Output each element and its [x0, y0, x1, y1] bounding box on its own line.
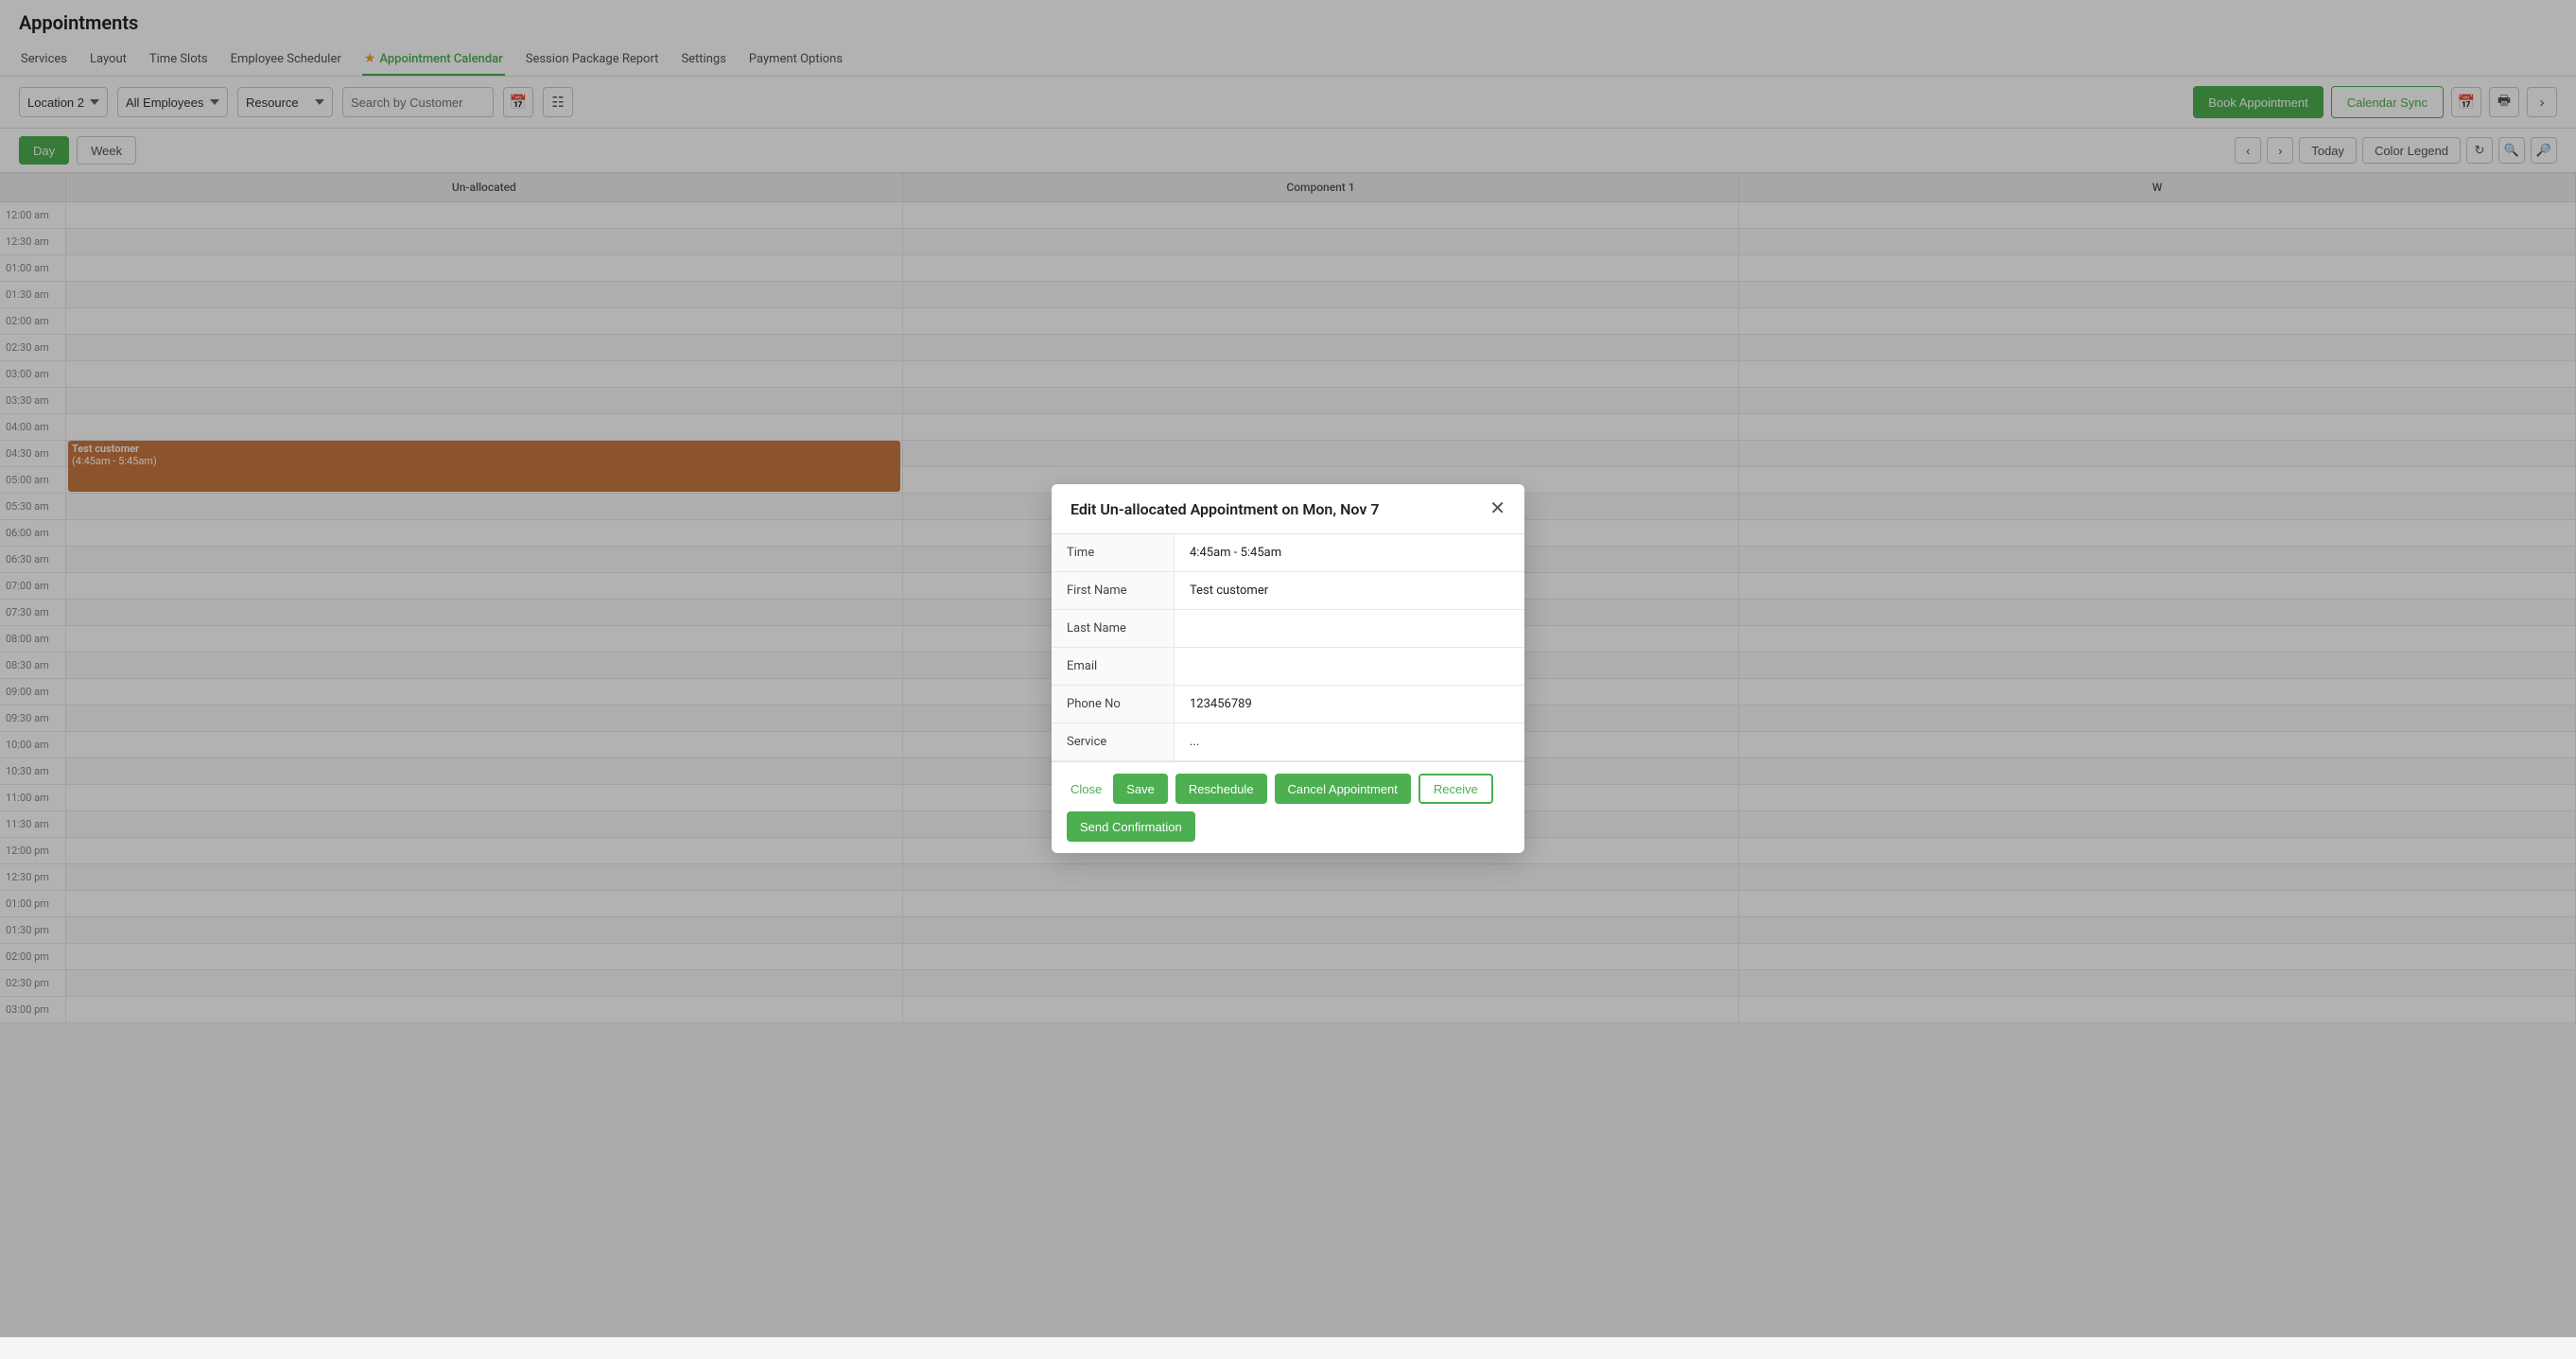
appointment-modal: Edit Un-allocated Appointment on Mon, No…	[1052, 484, 1524, 853]
email-label: Email	[1052, 648, 1175, 685]
modal-row-firstname: First Name Test customer	[1052, 572, 1524, 610]
modal-header: Edit Un-allocated Appointment on Mon, No…	[1052, 484, 1524, 534]
save-button[interactable]: Save	[1113, 774, 1168, 804]
modal-footer: Close Save Reschedule Cancel Appointment…	[1052, 761, 1524, 853]
email-value	[1175, 648, 1524, 685]
modal-title: Edit Un-allocated Appointment on Mon, No…	[1070, 500, 1379, 518]
time-value: 4:45am - 5:45am	[1175, 534, 1524, 571]
firstname-label: First Name	[1052, 572, 1175, 609]
modal-row-lastname: Last Name	[1052, 610, 1524, 648]
receive-button[interactable]: Receive	[1419, 774, 1493, 804]
modal-row-time: Time 4:45am - 5:45am	[1052, 534, 1524, 572]
lastname-label: Last Name	[1052, 610, 1175, 647]
reschedule-button[interactable]: Reschedule	[1175, 774, 1267, 804]
modal-row-phone: Phone No 123456789	[1052, 686, 1524, 723]
modal-overlay[interactable]: Edit Un-allocated Appointment on Mon, No…	[0, 0, 2576, 1337]
cancel-appointment-button[interactable]: Cancel Appointment	[1275, 774, 1411, 804]
modal-close-x-button[interactable]: ✕	[1489, 499, 1506, 518]
lastname-value	[1175, 610, 1524, 647]
service-value: ...	[1175, 723, 1524, 760]
modal-row-email: Email	[1052, 648, 1524, 686]
close-button[interactable]: Close	[1067, 776, 1105, 802]
time-label: Time	[1052, 534, 1175, 571]
send-confirmation-button[interactable]: Send Confirmation	[1067, 811, 1195, 842]
service-label: Service	[1052, 723, 1175, 760]
modal-body: Time 4:45am - 5:45am First Name Test cus…	[1052, 534, 1524, 761]
firstname-value: Test customer	[1175, 572, 1524, 609]
phone-value: 123456789	[1175, 686, 1524, 723]
phone-label: Phone No	[1052, 686, 1175, 723]
modal-row-service: Service ...	[1052, 723, 1524, 761]
